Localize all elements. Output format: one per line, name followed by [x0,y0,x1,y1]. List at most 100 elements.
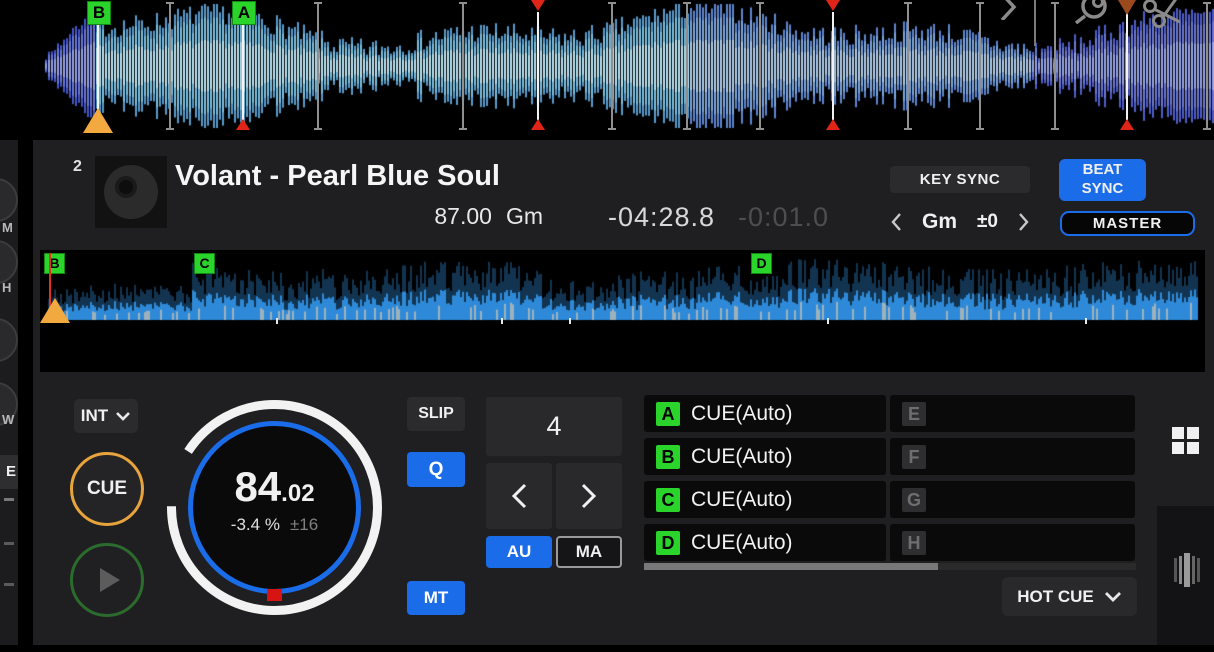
cue-marker-line[interactable] [242,24,244,120]
overview-cue-icon[interactable] [40,298,70,323]
beat-grid-line [611,2,613,130]
scissors-icon[interactable] [1142,0,1182,30]
play-source-dropdown[interactable]: INT [74,399,138,433]
track-title: Volant - Pearl Blue Soul [175,160,500,193]
grid-icon[interactable] [1172,427,1199,454]
beat-sync-button[interactable]: BEAT SYNC [1059,159,1146,201]
hot-cue-label: CUE(Auto) [691,402,793,426]
mixer-channel-strip: M H W E [0,140,18,645]
hot-cue-badge: G [902,488,926,512]
hot-cue-slot-a[interactable]: A CUE(Auto) [644,395,886,432]
jog-bpm-readout: 84.02 [164,463,385,511]
track-bpm: 87.00 [434,203,492,229]
mixer-knob[interactable] [0,178,18,222]
memory-cue-bottom-icon[interactable] [236,119,250,130]
chevron-down-icon [115,411,131,421]
beat-grid-line [462,2,464,130]
cue-marker-line[interactable] [97,24,99,112]
hot-cue-slot-g[interactable]: G [890,481,1135,518]
dj-deck-2: BA M H W E 2 Volant - Pear [0,0,1214,652]
detailed-waveform-strip: BA [0,0,1214,135]
beat-grid-line [979,2,981,130]
master-button[interactable]: MASTER [1060,211,1195,236]
fader-mark [4,583,14,586]
manual-beat-jump-button[interactable]: MA [556,536,622,568]
hot-cue-label: CUE(Auto) [691,531,793,555]
hot-cue-badge: B [656,445,680,469]
knob-label: M [2,220,13,235]
play-button[interactable] [70,543,144,617]
fader-mark [4,542,14,545]
cue-marker-line[interactable] [537,12,539,120]
hot-cue-label: CUE(Auto) [691,488,793,512]
beat-jump-forward-button[interactable] [556,463,622,529]
selected-key: Gm [922,210,957,234]
chevron-left-icon [510,482,528,510]
cue-marker-line[interactable] [1126,12,1128,120]
hot-cue-label: CUE(Auto) [691,445,793,469]
memory-cue-top-icon[interactable] [826,0,840,11]
memory-cue-bottom-icon[interactable] [826,119,840,130]
jog-tempo-readout: -3.4 % ±16 [164,515,385,535]
headphone-cue-button[interactable]: E [0,455,18,489]
play-icon [100,568,120,592]
minute-tick [569,318,571,324]
overview-cue-marker-d[interactable]: D [751,253,772,274]
record-hole [115,176,137,198]
cue-marker-line[interactable] [832,12,834,120]
beat-jump-back-button[interactable] [486,463,552,529]
mixer-knob[interactable] [0,240,18,284]
deck-number: 2 [73,158,82,176]
slip-button[interactable]: SLIP [407,397,465,431]
time-remaining: -04:28.8 [608,202,715,233]
loop-marker-icon[interactable] [1118,0,1136,15]
hot-cue-slot-h[interactable]: H [890,524,1135,561]
jog-bpm-frac: .02 [281,480,314,507]
key-sync-button[interactable]: KEY SYNC [890,166,1030,193]
hot-cue-scrollbar-thumb[interactable] [644,563,938,570]
loop-icon[interactable] [1072,0,1112,24]
hot-cue-slot-d[interactable]: D CUE(Auto) [644,524,886,561]
tempo-percent: -3.4 % [231,515,280,534]
knob-label: W [2,412,14,427]
hot-cue-slot-c[interactable]: C CUE(Auto) [644,481,886,518]
hot-cue-slot-f[interactable]: F [890,438,1135,475]
beat-grid-line [907,2,909,130]
waveform-bars-icon[interactable] [1171,551,1203,589]
hot-cue-slot-e[interactable]: E [890,395,1135,432]
hot-cue-badge: H [902,531,926,555]
auto-beat-jump-button[interactable]: AU [486,536,552,568]
pad-mode-dropdown[interactable]: HOT CUE [1002,577,1137,616]
master-tempo-button[interactable]: MT [407,581,465,615]
jog-wheel[interactable]: 84.02 -3.4 % ±16 [164,397,385,618]
hot-cue-slot-b[interactable]: B CUE(Auto) [644,438,886,475]
bpm-key-readout: 87.00 Gm [175,203,543,230]
key-next-icon[interactable] [1018,212,1030,232]
hot-cue-marker-a[interactable]: A [232,1,256,25]
minute-tick [501,318,503,324]
pad-mode-label: HOT CUE [1017,587,1094,607]
memory-cue-top-icon[interactable] [531,0,545,11]
minute-tick [1085,318,1087,324]
overview-cue-marker-c[interactable]: C [194,253,215,274]
key-selector: Gm ±0 [890,208,1030,236]
detailed-waveform-canvas[interactable] [0,0,1214,135]
quantize-button[interactable]: Q [407,452,465,487]
memory-cue-bottom-icon[interactable] [1120,119,1134,130]
current-cue-icon[interactable] [83,108,113,133]
tempo-range: ±16 [290,515,318,534]
hot-cue-marker-b[interactable]: B [87,1,111,25]
cue-button[interactable]: CUE [70,452,144,526]
jog-position-marker [267,589,282,601]
track-key: Gm [506,203,543,229]
beat-grid-line [169,2,171,130]
time-offset: -0:01.0 [738,202,829,233]
mixer-knob[interactable] [0,318,18,362]
chevron-right-icon[interactable] [998,0,1020,20]
hot-cue-badge: F [902,445,926,469]
key-prev-icon[interactable] [890,212,902,232]
overview-cue-marker-b[interactable]: B [44,253,65,274]
memory-cue-bottom-icon[interactable] [531,119,545,130]
minute-tick [827,318,829,324]
hot-cue-badge: A [656,402,680,426]
